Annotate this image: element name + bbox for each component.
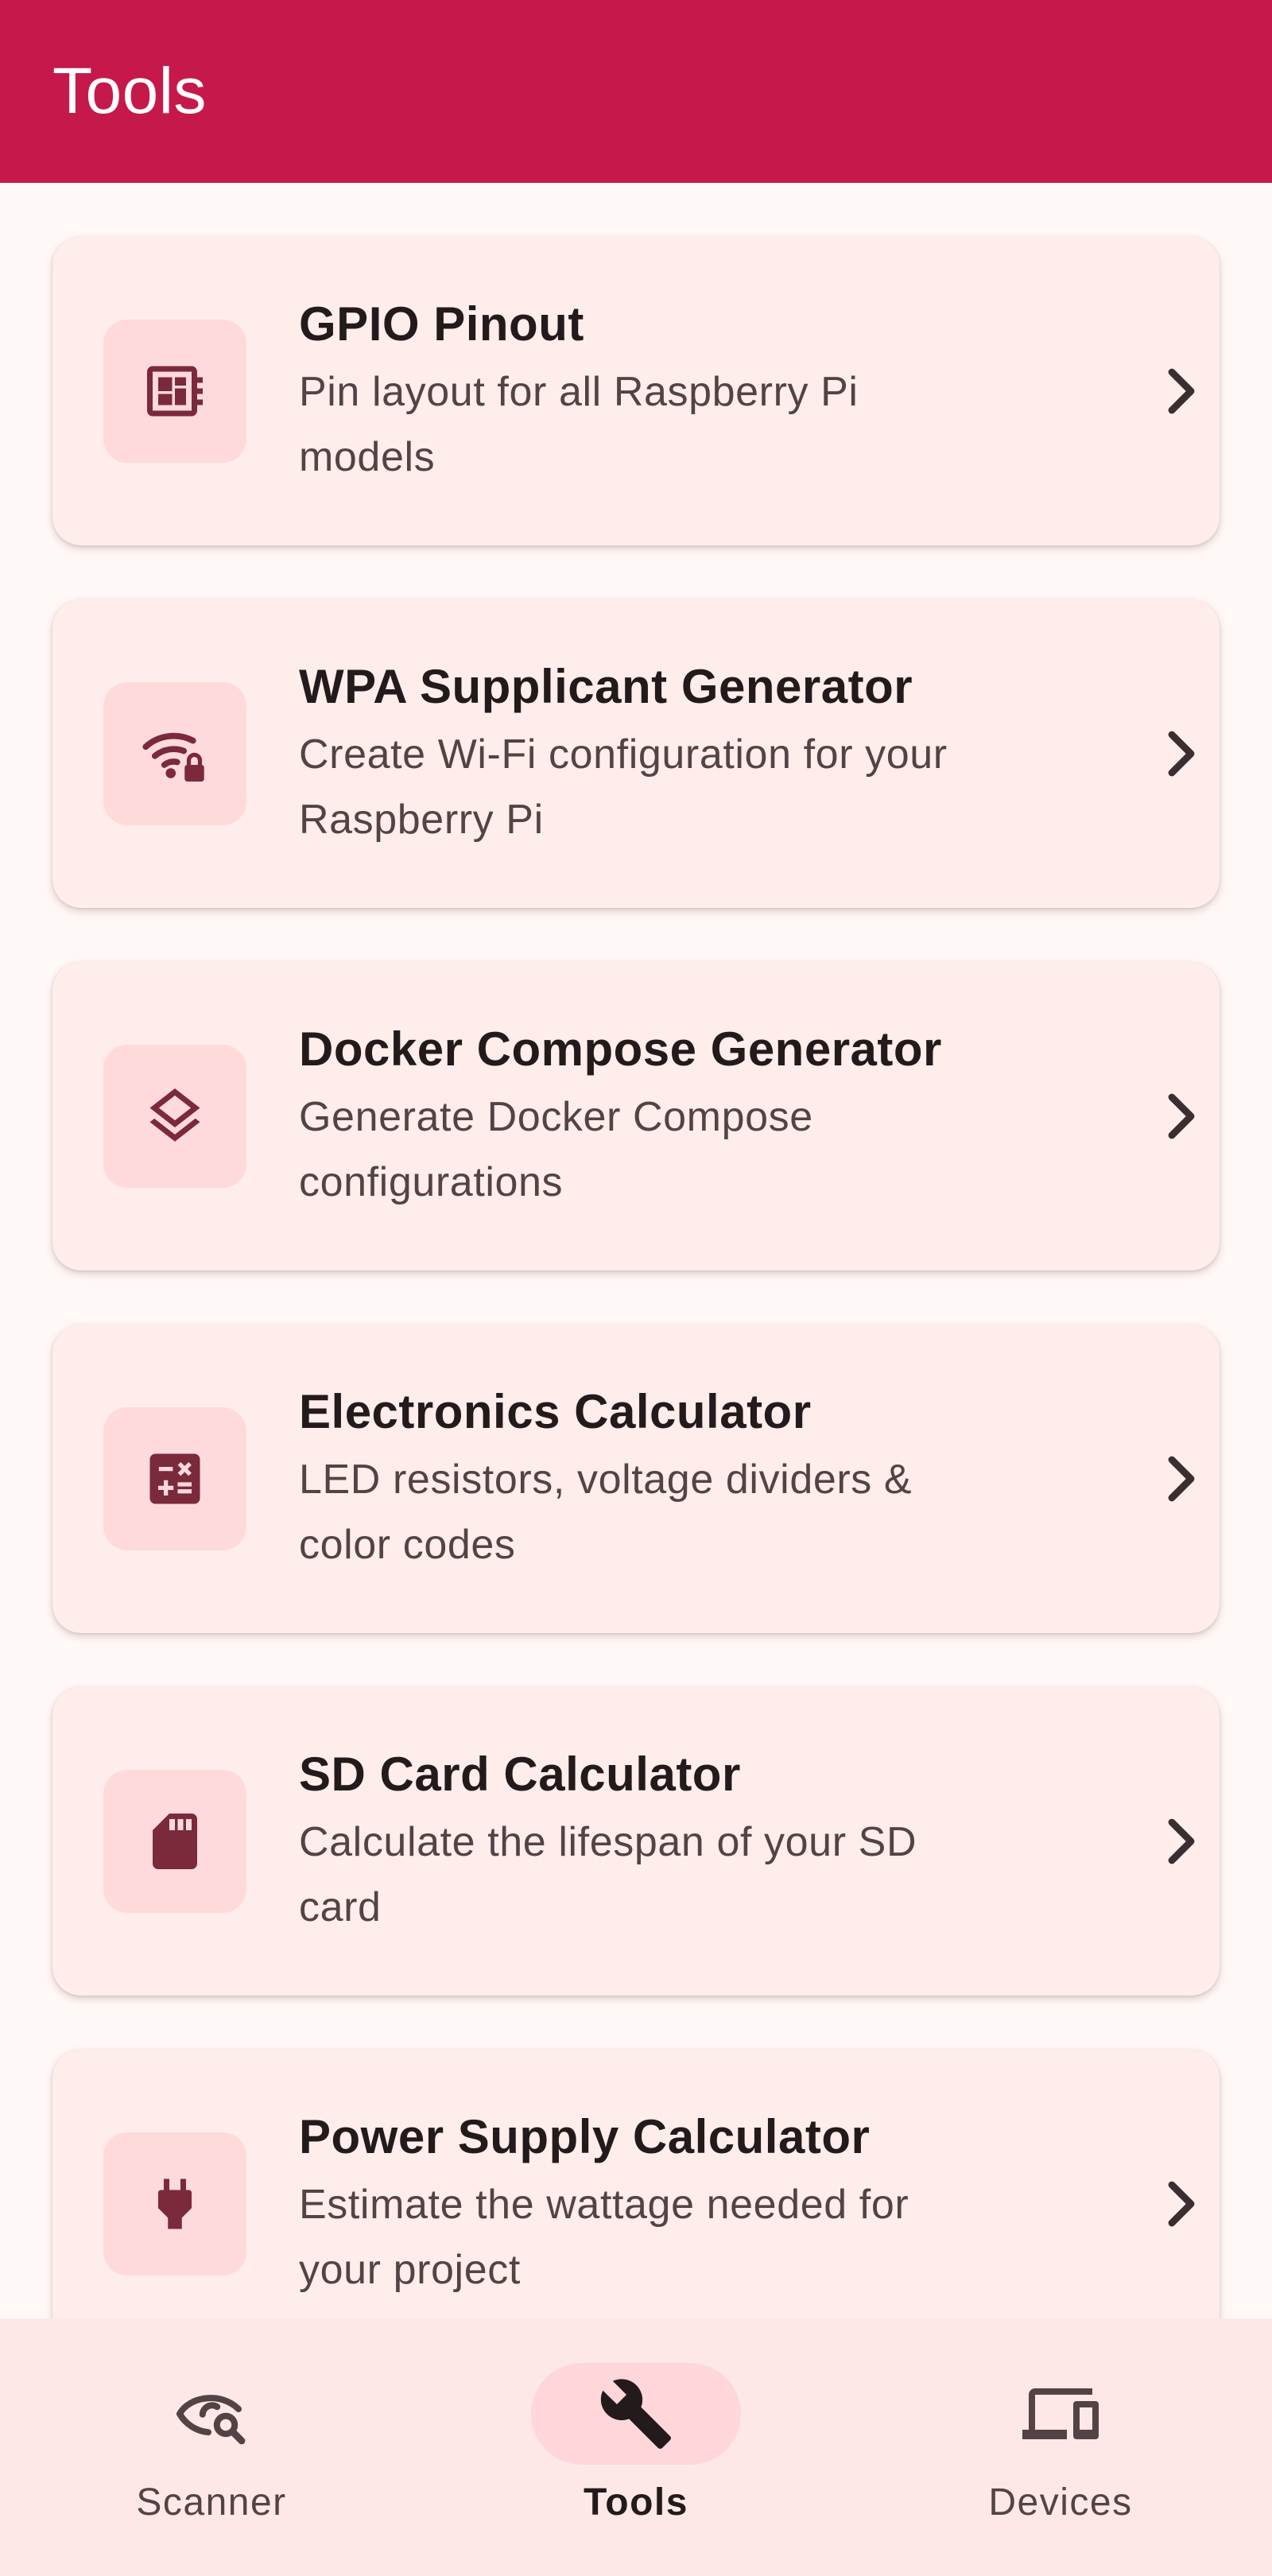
icon-tile: [103, 1407, 246, 1550]
card-description: LED resistors, voltage dividers & color …: [299, 1447, 1094, 1577]
scanner-eye-icon: [176, 2395, 246, 2445]
card-description-line: Estimate the wattage needed for: [299, 2182, 909, 2228]
developer-board-icon: [147, 366, 203, 417]
wrench-icon: [600, 2379, 671, 2449]
card-description-line: your project: [299, 2247, 521, 2293]
card-description-line: Calculate the lifespan of your SD: [299, 1819, 917, 1865]
card-description-line: card: [299, 1884, 382, 1930]
card-text: GPIO Pinout Pin layout for all Raspberry…: [299, 291, 1094, 490]
card-description: Create Wi-Fi configuration for your Rasp…: [299, 722, 1094, 852]
page-title: Tools: [52, 55, 207, 127]
tool-card-electronics-calculator[interactable]: Electronics Calculator LED resistors, vo…: [52, 1325, 1220, 1633]
nav-item-tools[interactable]: Tools: [501, 2363, 771, 2546]
card-description-line: LED resistors, voltage dividers &: [299, 1457, 913, 1503]
icon-tile: [103, 1045, 246, 1188]
card-text: SD Card Calculator Calculate the lifespa…: [299, 1741, 1094, 1940]
chevron-right-icon: [1158, 1447, 1205, 1511]
card-title: GPIO Pinout: [299, 297, 584, 351]
card-text: Docker Compose Generator Generate Docker…: [299, 1016, 1094, 1215]
chevron-right-icon: [1158, 2172, 1205, 2236]
nav-label: Tools: [584, 2481, 688, 2524]
nav-label: Devices: [988, 2481, 1133, 2524]
nav-item-scanner[interactable]: Scanner: [76, 2363, 347, 2546]
card-description-line: Generate Docker Compose: [299, 1094, 813, 1140]
card-description-line: Raspberry Pi: [299, 797, 544, 843]
tool-card-docker-compose-generator[interactable]: Docker Compose Generator Generate Docker…: [52, 962, 1220, 1271]
chevron-right-icon: [1158, 359, 1205, 423]
nav-label: Scanner: [136, 2481, 287, 2524]
app-screen: Tools GPIO Pinout Pin layout for all Ras…: [0, 0, 1272, 2576]
card-text: Power Supply Calculator Estimate the wat…: [299, 2104, 1094, 2302]
card-description-line: configurations: [299, 1159, 564, 1205]
card-description-line: color codes: [299, 1522, 516, 1568]
top-app-bar: Tools: [0, 0, 1272, 183]
chevron-right-icon: [1158, 1810, 1205, 1873]
nav-indicator: [107, 2363, 316, 2465]
sd-card-icon: [153, 1814, 197, 1869]
icon-tile: [103, 682, 246, 825]
tool-card-power-supply-calculator[interactable]: Power Supply Calculator Estimate the wat…: [52, 2050, 1220, 2318]
tool-list: GPIO Pinout Pin layout for all Raspberry…: [52, 237, 1220, 2318]
card-description-line: models: [299, 434, 436, 480]
card-title: Electronics Calculator: [299, 1385, 812, 1438]
icon-tile: [103, 2132, 246, 2275]
card-description-line: Create Wi-Fi configuration for your: [299, 731, 948, 778]
devices-icon: [1022, 2388, 1099, 2439]
card-description: Estimate the wattage needed for your pro…: [299, 2172, 1094, 2302]
nav-indicator: [956, 2363, 1165, 2465]
bottom-navigation-bar: Scanner Tools Devices: [0, 2318, 1272, 2576]
nav-active-indicator: [531, 2363, 741, 2465]
wifi-lock-icon: [142, 732, 204, 782]
chevron-right-icon: [1158, 722, 1205, 786]
card-description: Pin layout for all Raspberry Pi models: [299, 359, 1094, 490]
card-description-line: Pin layout for all Raspberry Pi: [299, 369, 859, 415]
card-title: Power Supply Calculator: [299, 2110, 871, 2163]
card-description: Calculate the lifespan of your SD card: [299, 1810, 1094, 1940]
card-description: Generate Docker Compose configurations: [299, 1084, 1094, 1215]
card-title: SD Card Calculator: [299, 1748, 741, 1801]
card-title: WPA Supplicant Generator: [299, 660, 913, 713]
icon-tile: [103, 320, 246, 463]
tool-card-sd-card-calculator[interactable]: SD Card Calculator Calculate the lifespa…: [52, 1687, 1220, 1996]
icon-tile: [103, 1770, 246, 1913]
card-text: WPA Supplicant Generator Create Wi-Fi co…: [299, 654, 1094, 852]
card-text: Electronics Calculator LED resistors, vo…: [299, 1379, 1094, 1577]
layers-icon: [149, 1088, 200, 1142]
power-plug-icon: [158, 2178, 192, 2229]
tool-card-wpa-supplicant-generator[interactable]: WPA Supplicant Generator Create Wi-Fi co…: [52, 599, 1220, 908]
calculate-icon: [149, 1453, 200, 1504]
nav-item-devices[interactable]: Devices: [925, 2363, 1196, 2546]
card-title: Docker Compose Generator: [299, 1022, 942, 1076]
chevron-right-icon: [1158, 1084, 1205, 1148]
tools-content[interactable]: GPIO Pinout Pin layout for all Raspberry…: [0, 183, 1272, 2318]
tool-card-gpio-pinout[interactable]: GPIO Pinout Pin layout for all Raspberry…: [52, 237, 1220, 545]
